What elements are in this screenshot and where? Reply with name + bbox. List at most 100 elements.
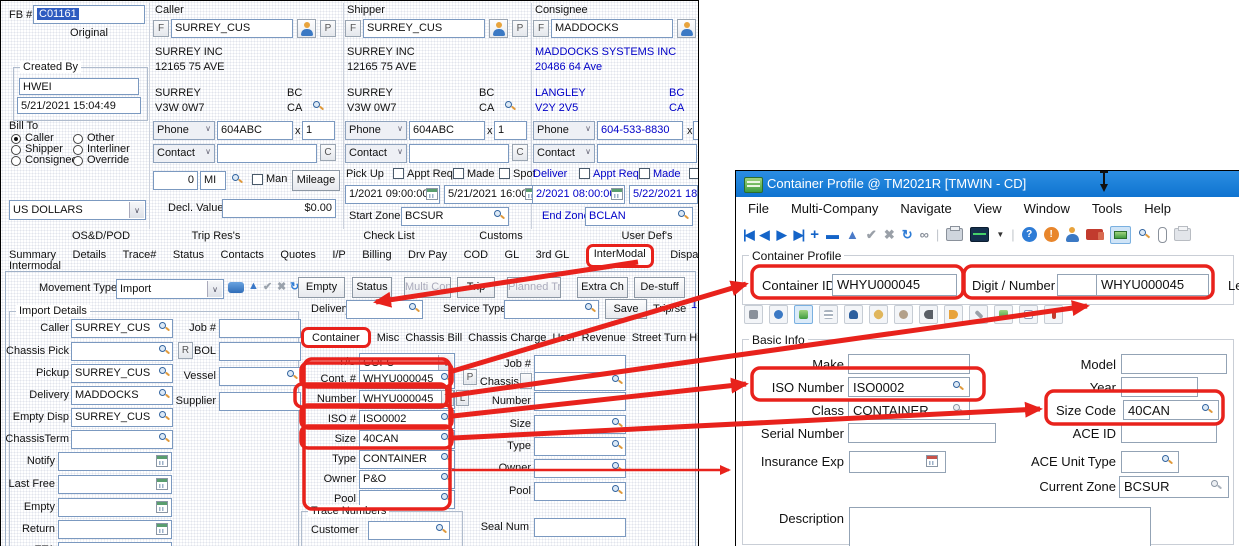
notify-field[interactable] xyxy=(58,452,172,471)
mileage-search-icon[interactable] xyxy=(231,173,244,186)
tab-gl[interactable]: GL xyxy=(505,249,520,268)
fb-number-input[interactable]: C01161 xyxy=(33,5,145,24)
card-icon[interactable] xyxy=(994,305,1013,324)
bill-to-radio-other[interactable] xyxy=(73,134,83,144)
tab-street-turn[interactable]: Street Turn His xyxy=(632,329,699,344)
bol-field[interactable] xyxy=(219,342,301,361)
supplier-field[interactable] xyxy=(219,392,301,411)
caller-id-field[interactable]: SURREY_CUS xyxy=(171,19,293,38)
shipper-phone-field[interactable]: 604ABC xyxy=(409,121,485,140)
de-stuff-button[interactable]: De-stuff xyxy=(634,277,685,298)
tab-customs[interactable]: Customs xyxy=(479,230,522,242)
size-code-search-icon[interactable] xyxy=(1201,403,1214,416)
consignee-contact-person-icon[interactable] xyxy=(677,19,696,38)
pickup-spot-checkbox[interactable] xyxy=(499,168,510,179)
seal-num-field[interactable] xyxy=(534,518,626,537)
empty-button[interactable]: Empty xyxy=(298,277,345,298)
menu-view[interactable]: View xyxy=(974,201,1002,221)
tab-intermodal[interactable]: InterModal xyxy=(586,244,654,268)
caller-contact-combo[interactable]: Contact xyxy=(153,144,215,163)
driver-icon[interactable] xyxy=(1066,227,1079,242)
binoculars-icon[interactable]: ∞ xyxy=(920,227,929,242)
zoom-icon[interactable] xyxy=(769,305,788,324)
current-zone-search-icon[interactable] xyxy=(1210,479,1223,492)
serial-number-field[interactable] xyxy=(848,423,996,443)
caller-c-button[interactable]: C xyxy=(320,144,336,161)
consignee-phone-field[interactable]: 604-533-8830 xyxy=(597,121,683,140)
owner-search-icon[interactable] xyxy=(440,472,453,485)
tab-trace[interactable]: Trace# xyxy=(123,249,157,268)
bookmark-icon[interactable] xyxy=(1044,305,1063,324)
consignee-phone-combo[interactable]: Phone xyxy=(533,121,595,140)
confirm-icon[interactable]: ✔ xyxy=(263,280,272,293)
shipper-p-button[interactable]: P xyxy=(512,20,528,37)
chs-pool-search-icon[interactable] xyxy=(611,484,624,497)
chs-owner-search-icon[interactable] xyxy=(611,461,624,474)
tab-quotes[interactable]: Quotes xyxy=(280,249,315,268)
confirm-icon[interactable]: ✔ xyxy=(866,227,877,243)
deliver-spot-checkbox[interactable] xyxy=(689,168,699,179)
tab-user-defs[interactable]: User Def's xyxy=(622,230,673,242)
tab-dispatch[interactable]: Dispatch xyxy=(670,249,699,268)
chevron-down-icon[interactable]: ∨ xyxy=(438,355,453,370)
created-by-user-field[interactable]: HWEI xyxy=(19,78,139,95)
last-free-field[interactable] xyxy=(58,475,172,494)
menu-help[interactable]: Help xyxy=(1144,201,1171,221)
shipper-contact-person-icon[interactable] xyxy=(489,19,508,38)
last-free-calendar-icon[interactable] xyxy=(156,478,168,490)
move-up-icon[interactable]: ▲ xyxy=(248,280,259,292)
return-calendar-icon[interactable] xyxy=(156,523,168,535)
trip-button[interactable]: Trip xyxy=(457,277,495,298)
tab-chassis-charge[interactable]: Chassis Charge xyxy=(468,329,546,344)
shipper-contact-combo[interactable]: Contact xyxy=(345,144,407,163)
caller-search-icon[interactable] xyxy=(312,100,325,113)
pickup-appt-req-checkbox[interactable] xyxy=(393,168,404,179)
tab-3rd-gl[interactable]: 3rd GL xyxy=(536,249,570,268)
ace-unit-type-search-icon[interactable] xyxy=(1161,454,1174,467)
tab-check-list[interactable]: Check List xyxy=(363,230,414,242)
iso-search-icon[interactable] xyxy=(440,412,453,425)
help-icon[interactable]: ? xyxy=(1022,227,1037,242)
caller-contact-field[interactable] xyxy=(217,144,317,163)
consignee-f-button[interactable]: F xyxy=(533,20,549,37)
shipper-f-button[interactable]: F xyxy=(345,20,361,37)
consignee-id-field[interactable]: MADDOCKS xyxy=(551,19,673,38)
wrench-icon[interactable] xyxy=(969,305,988,324)
tab-container[interactable]: Container xyxy=(301,327,371,348)
consignee-contact-combo[interactable]: Contact xyxy=(533,144,595,163)
caller-f-button[interactable]: F xyxy=(153,20,169,37)
menu-tools[interactable]: Tools xyxy=(1092,201,1122,221)
tab-billing[interactable]: Billing xyxy=(362,249,391,268)
delivery-search-icon[interactable] xyxy=(408,302,421,315)
deliver-made-checkbox[interactable] xyxy=(639,168,650,179)
bill-to-radio-interliner[interactable] xyxy=(73,145,83,155)
make-field[interactable] xyxy=(848,354,970,374)
pool-search-icon[interactable] xyxy=(440,492,453,505)
decl-value-field[interactable]: $0.00 xyxy=(222,199,336,218)
man-checkbox[interactable] xyxy=(252,174,263,185)
deliver-to-field[interactable]: 5/22/2021 18:0 xyxy=(629,185,698,204)
report-icon[interactable] xyxy=(819,305,838,324)
tab-cod[interactable]: COD xyxy=(464,249,488,268)
chassis-small-button[interactable] xyxy=(520,373,532,389)
prev-record-icon[interactable]: ◀ xyxy=(760,227,770,243)
distance-unit-field[interactable]: MI xyxy=(200,171,226,190)
digit-number-field[interactable]: WHYU000045 xyxy=(1096,274,1209,296)
shipper-ext-field[interactable]: 1 xyxy=(494,121,527,140)
extra-ch-button[interactable]: Extra Ch xyxy=(577,277,628,298)
tab-ip[interactable]: I/P xyxy=(332,249,345,268)
chs-number-field[interactable] xyxy=(534,392,626,411)
class-search-icon[interactable] xyxy=(952,403,965,416)
first-record-icon[interactable]: |◀ xyxy=(743,227,753,243)
refresh-icon[interactable]: ↻ xyxy=(902,227,913,243)
eta-field[interactable] xyxy=(58,542,172,546)
shipper-contact-field[interactable] xyxy=(409,144,509,163)
print-icon[interactable] xyxy=(946,228,963,241)
pickup-made-checkbox[interactable] xyxy=(453,168,464,179)
alert-icon[interactable]: ! xyxy=(1044,227,1059,242)
shipper-phone-combo[interactable]: Phone xyxy=(345,121,407,140)
distance-field[interactable]: 0 xyxy=(153,171,198,190)
id-empty-disp-search-icon[interactable] xyxy=(158,410,171,423)
chevron-down-icon[interactable]: ∨ xyxy=(207,281,222,297)
chassis-t-button[interactable]: T xyxy=(441,390,454,406)
